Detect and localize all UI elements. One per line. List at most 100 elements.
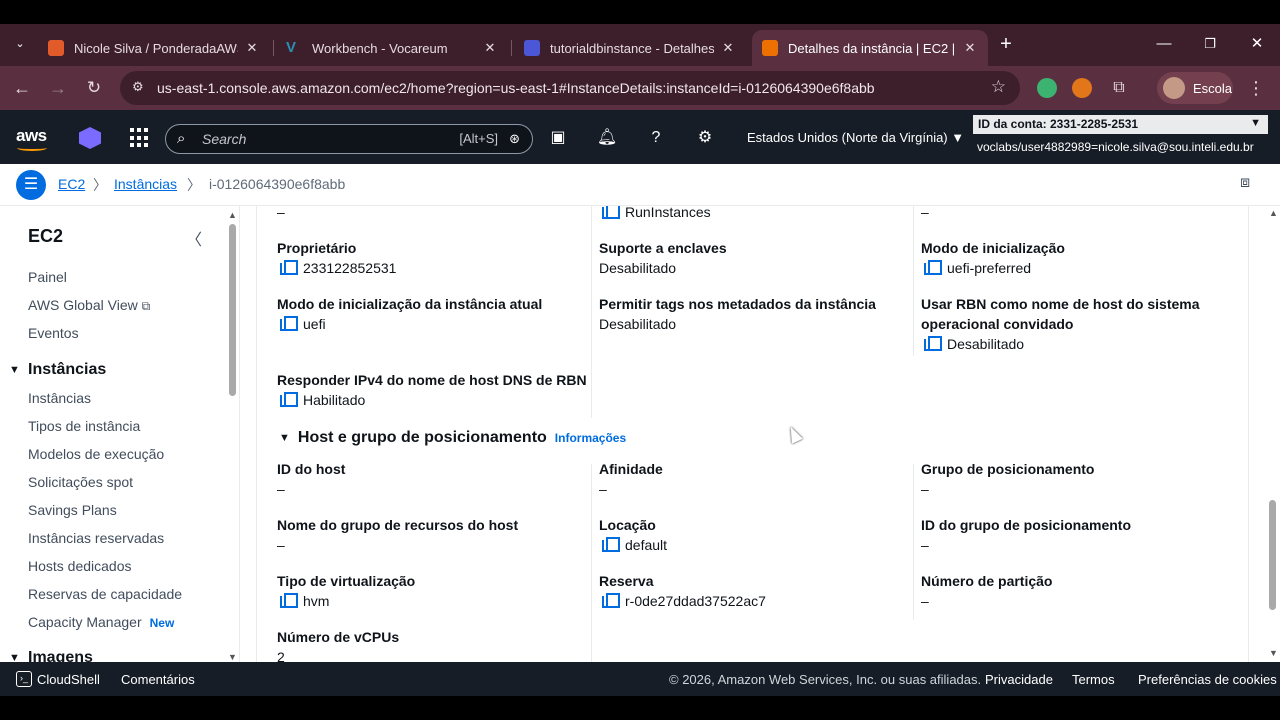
sidebar-item-painel[interactable]: Painel: [28, 269, 67, 285]
site-settings-icon[interactable]: ⚙: [132, 79, 144, 95]
user-identity[interactable]: voclabs/user4882989=nicole.silva@sou.int…: [977, 140, 1254, 154]
copy-icon[interactable]: [602, 593, 620, 609]
amazon-q-icon[interactable]: [79, 127, 101, 149]
scroll-up-icon[interactable]: ▲: [228, 210, 237, 220]
sidebar-item-spot-requests[interactable]: Solicitações spot: [28, 474, 133, 490]
window-close-icon[interactable]: ✕: [1245, 32, 1269, 56]
sidebar-item-instance-types[interactable]: Tipos de instância: [28, 418, 140, 434]
browser-menu-icon[interactable]: ⋮: [1244, 76, 1268, 100]
extension-green-icon[interactable]: [1037, 78, 1057, 98]
info-link[interactable]: Informações: [555, 431, 626, 445]
url-omnibox[interactable]: ⚙ us-east-1.console.aws.amazon.com/ec2/h…: [120, 71, 1020, 105]
notifications-bell-icon[interactable]: 🔔︎: [596, 127, 618, 149]
settings-gear-icon[interactable]: ⚙: [694, 127, 716, 149]
copy-icon[interactable]: [280, 593, 298, 609]
back-icon[interactable]: ←: [10, 76, 34, 100]
forward-icon[interactable]: →: [46, 76, 70, 100]
scroll-thumb[interactable]: [1269, 500, 1276, 610]
cloudshell-link[interactable]: CloudShell: [37, 672, 100, 687]
sidebar-item-savings-plans[interactable]: Savings Plans: [28, 502, 117, 518]
field-rbn-hostname: Usar RBN como nome de host do sistema op…: [921, 294, 1200, 354]
reload-icon[interactable]: ↻: [82, 76, 106, 100]
field-vcpu-count: Número de vCPUs 2: [277, 627, 399, 662]
copy-icon[interactable]: [280, 316, 298, 332]
field-label: Modo de inicialização da instância atual: [277, 296, 543, 312]
copy-icon[interactable]: [280, 260, 298, 276]
field-value: Desabilitado: [599, 316, 677, 332]
field-label: Modo de inicialização: [921, 240, 1065, 256]
copy-icon[interactable]: [280, 392, 298, 408]
collapse-sidebar-icon[interactable]: 〈: [186, 226, 202, 250]
close-icon[interactable]: ✕: [482, 40, 498, 56]
field-value: 233122852531: [303, 260, 397, 276]
scroll-up-icon[interactable]: ▲: [1269, 208, 1278, 218]
sidebar-item-capacity-manager[interactable]: Capacity Manager New: [28, 614, 174, 630]
close-icon[interactable]: ✕: [962, 40, 978, 56]
minimize-icon[interactable]: —: [1152, 32, 1176, 56]
profile-chip[interactable]: Escola: [1157, 72, 1233, 104]
main-scrollbar[interactable]: ▲ ▼: [1266, 206, 1280, 662]
hamburger-menu-icon[interactable]: ☰: [16, 170, 46, 200]
caret-down-icon[interactable]: ▼: [9, 364, 20, 376]
breadcrumb-current: i-0126064390e6f8abb: [209, 176, 346, 192]
field-value: uefi-preferred: [947, 260, 1032, 276]
browser-tab-ec2-active[interactable]: Detalhes da instância | EC2 | us ✕: [752, 30, 988, 66]
sidebar-section-instances[interactable]: Instâncias: [28, 361, 106, 379]
cloudshell-icon[interactable]: ▣: [547, 127, 569, 149]
new-tab-icon[interactable]: +: [994, 32, 1018, 56]
sidebar-item-dedicated-hosts[interactable]: Hosts dedicados: [28, 558, 132, 574]
cookie-preferences-link[interactable]: Preferências de cookies: [1138, 672, 1277, 687]
restore-icon[interactable]: ❐: [1198, 32, 1222, 56]
caret-down-icon[interactable]: ▼: [9, 652, 20, 662]
scroll-down-icon[interactable]: ▼: [228, 652, 237, 662]
services-grid-icon[interactable]: [130, 128, 150, 148]
field-value: –: [277, 537, 285, 553]
cloudshell-icon[interactable]: ›_: [16, 671, 32, 687]
copy-icon[interactable]: [602, 537, 620, 553]
copy-icon[interactable]: [924, 336, 942, 352]
scroll-down-icon[interactable]: ▼: [1269, 648, 1278, 658]
field-prev-col3: –: [921, 206, 929, 222]
tab-search-icon[interactable]: ⌄: [8, 32, 32, 56]
breadcrumb-ec2[interactable]: EC2: [58, 176, 85, 192]
search-placeholder: Search: [202, 131, 247, 147]
extensions-puzzle-icon[interactable]: ⧉: [1107, 76, 1131, 100]
aws-logo[interactable]: aws: [16, 126, 47, 151]
metamask-icon[interactable]: [1072, 78, 1092, 98]
sidebar-item-instances[interactable]: Instâncias: [28, 390, 91, 406]
sidebar-item-eventos[interactable]: Eventos: [28, 325, 79, 341]
tools-panel-icon[interactable]: ⧈: [1240, 174, 1250, 192]
close-icon[interactable]: ✕: [720, 40, 736, 56]
help-icon[interactable]: ?: [645, 127, 667, 149]
copy-icon[interactable]: [924, 260, 942, 276]
browser-tab-vocareum[interactable]: V Workbench - Vocareum ✕: [276, 30, 508, 66]
chevron-right-icon: 〉: [187, 177, 201, 193]
close-icon[interactable]: ✕: [244, 40, 260, 56]
sidebar-item-reserved-instances[interactable]: Instâncias reservadas: [28, 530, 164, 546]
scroll-thumb[interactable]: [229, 224, 236, 396]
sidebar-item-launch-templates[interactable]: Modelos de execução: [28, 446, 164, 462]
field-value: RunInstances: [625, 206, 711, 220]
privacy-link[interactable]: Privacidade: [985, 672, 1053, 687]
amazon-q-search-icon[interactable]: ⊛: [509, 131, 520, 147]
browser-tab-github[interactable]: Nicole Silva / PonderadaAWS · G ✕: [38, 30, 270, 66]
search-input[interactable]: ⌕ Search [Alt+S] ⊛: [165, 124, 533, 154]
breadcrumb-instances[interactable]: Instâncias: [114, 176, 177, 192]
sidebar-section-images[interactable]: Imagens: [28, 649, 93, 662]
url-text[interactable]: us-east-1.console.aws.amazon.com/ec2/hom…: [157, 80, 875, 96]
terms-link[interactable]: Termos: [1072, 672, 1115, 687]
feedback-link[interactable]: Comentários: [121, 672, 195, 687]
sidebar-item-global-view[interactable]: AWS Global View ⧉: [28, 297, 150, 314]
section-host-placement[interactable]: ▼ Host e grupo de posicionamento Informa…: [279, 429, 626, 447]
field-value: uefi: [303, 316, 326, 332]
sidebar-item-capacity-reservations[interactable]: Reservas de capacidade: [28, 586, 182, 602]
chevron-down-icon: ▼: [1250, 117, 1261, 129]
bookmark-star-icon[interactable]: ☆: [991, 77, 1006, 97]
account-id-badge[interactable]: ID da conta: 2331-2285-2531 ▼: [973, 115, 1268, 134]
caret-down-icon[interactable]: ▼: [279, 432, 290, 444]
sidebar-scrollbar[interactable]: ▲ ▼: [228, 210, 238, 662]
browser-tab-rds[interactable]: tutorialdbinstance - Detalhes d ✕: [514, 30, 746, 66]
region-selector[interactable]: Estados Unidos (Norte da Virgínia) ▼: [747, 130, 964, 145]
copy-icon[interactable]: [602, 206, 620, 220]
field-label: Responder IPv4 do nome de host DNS de RB…: [277, 372, 587, 388]
